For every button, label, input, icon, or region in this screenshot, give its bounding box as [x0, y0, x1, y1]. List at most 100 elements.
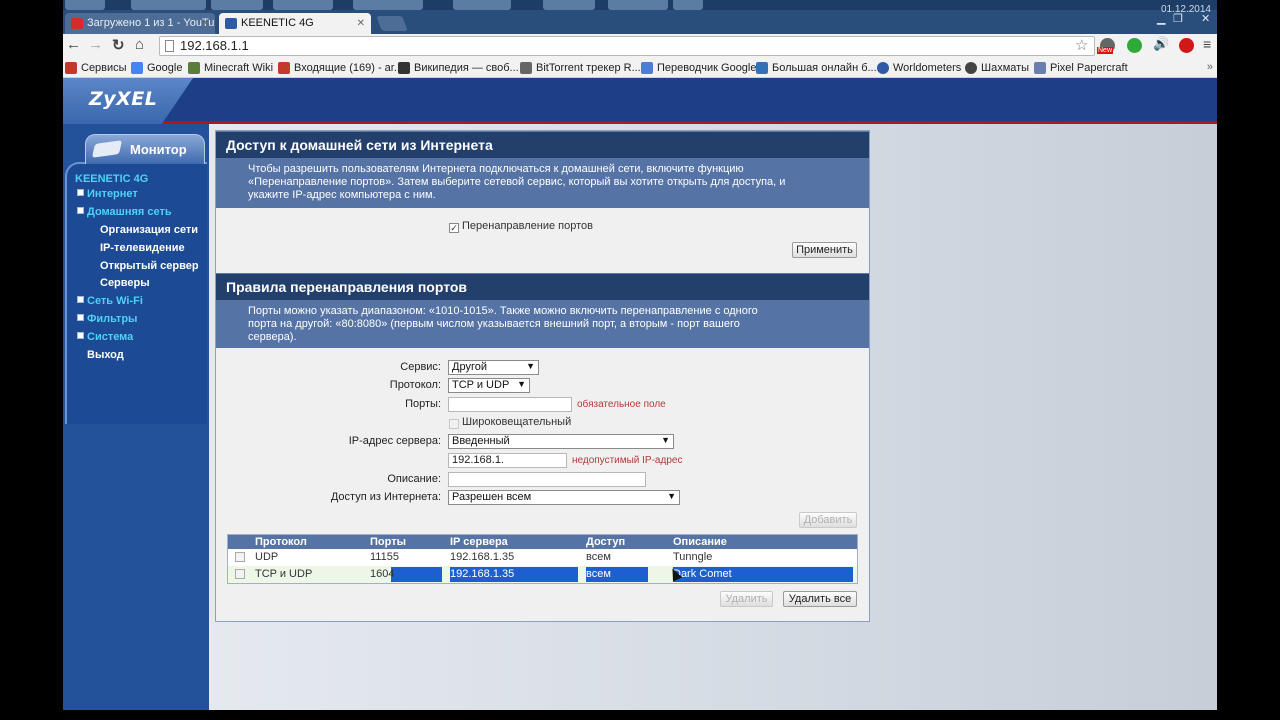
bookmark-star-icon[interactable]: ☆ [1075, 36, 1088, 54]
menu-label: Выход [87, 349, 124, 361]
reload-icon[interactable]: ↻ [112, 36, 125, 54]
bookmark-pixel-papercraft[interactable]: Pixel Papercraft [1034, 61, 1128, 75]
cell-protocol: TCP и UDP [255, 568, 313, 580]
sidebar-item-iptv[interactable]: IP-телевидение [100, 242, 185, 254]
column-header-server-ip: IP сервера [450, 536, 508, 548]
bookmark-wikipedia[interactable]: Википедия — своб... [398, 61, 519, 75]
dropdown-arrow-icon: ▼ [517, 379, 526, 389]
port-forwarding-checkbox[interactable]: ✓ [449, 223, 459, 233]
taskbar-app-button[interactable] [608, 0, 668, 10]
more-bookmarks-icon[interactable]: » [1207, 61, 1213, 73]
extension-green-icon[interactable] [1127, 38, 1142, 53]
service-label: Сервис: [400, 361, 441, 373]
menu-icon[interactable]: ≡ [1203, 36, 1211, 52]
bookmark-label: BitTorrent трекер R... [536, 62, 641, 74]
speaker-icon[interactable]: 🔊 [1153, 36, 1169, 52]
expand-plus-icon[interactable] [77, 296, 84, 303]
cell-access: всем [586, 568, 611, 580]
row-checkbox[interactable] [235, 569, 245, 579]
restore-icon[interactable]: ❐ [1173, 12, 1183, 25]
gmail-icon [278, 62, 290, 74]
menu-label: Система [87, 331, 134, 343]
minimize-icon[interactable]: ▁ [1157, 12, 1165, 25]
table-row[interactable]: UDP 11155 192.168.1.35 всем Tunngle [228, 549, 857, 566]
bookmark-worldometers[interactable]: Worldometers [877, 61, 961, 75]
globe-icon [877, 62, 889, 74]
sidebar-item-home-network[interactable]: Домашняя сеть [77, 206, 172, 218]
sidebar-item-system[interactable]: Система [77, 331, 133, 343]
tab-keenetic[interactable]: KEENETIC 4G ✕ [219, 13, 371, 34]
apply-button[interactable]: Применить [792, 242, 857, 258]
description-line: «Перенаправление портов». Затем выберите… [248, 176, 786, 188]
select-value: TCP и UDP [452, 379, 510, 391]
taskbar-app-button[interactable] [273, 0, 333, 10]
translate-icon [641, 62, 653, 74]
taskbar-app-button[interactable] [353, 0, 423, 10]
forward-arrow-icon[interactable]: → [88, 36, 103, 53]
cell-server-ip: 192.168.1.35 [450, 551, 515, 563]
sidebar-item-logout[interactable]: Выход [87, 349, 124, 361]
sidebar-item-network-org[interactable]: Организация сети [100, 224, 198, 236]
tab-youtube[interactable]: Загружено 1 из 1 - YouTu ✕ [65, 13, 215, 34]
bookmark-label: Википедия — своб... [414, 62, 519, 74]
bookmark-inbox[interactable]: Входящие (169) - ar... [278, 61, 403, 75]
server-ip-input[interactable]: 192.168.1. [448, 453, 567, 468]
monitor-tab[interactable]: Монитор [85, 134, 205, 164]
bookmark-chess[interactable]: Шахматы [965, 61, 1029, 75]
bookmark-encyclopedia[interactable]: Большая онлайн б... [756, 61, 877, 75]
expand-plus-icon[interactable] [77, 332, 84, 339]
bookmark-google[interactable]: Google [131, 61, 182, 75]
row-checkbox[interactable] [235, 552, 245, 562]
close-window-icon[interactable]: ✕ [1201, 12, 1210, 25]
protocol-select[interactable]: TCP и UDP ▼ [448, 378, 530, 393]
expand-plus-icon[interactable] [77, 314, 84, 321]
bookmark-label: Worldometers [893, 62, 962, 74]
adblock-icon[interactable] [1179, 38, 1194, 53]
taskbar-app-button[interactable] [131, 0, 206, 10]
router-page: ZyXEL Монитор KEENETIC 4G Интернет Домаш… [63, 78, 1217, 710]
back-arrow-icon[interactable]: ← [66, 36, 81, 53]
broadcast-checkbox[interactable] [449, 419, 459, 429]
taskbar-app-button[interactable] [453, 0, 511, 10]
service-select[interactable]: Другой ▼ [448, 360, 539, 375]
wikipedia-icon [398, 62, 410, 74]
menu-label: Домашняя сеть [87, 206, 172, 218]
taskbar-app-button[interactable] [673, 0, 703, 10]
collapse-minus-icon[interactable] [77, 207, 84, 214]
bookmark-translate[interactable]: Переводчик Google [641, 61, 757, 75]
taskbar-app-button[interactable] [543, 0, 595, 10]
sidebar-item-servers[interactable]: Серверы [100, 277, 150, 289]
bookmark-minecraft-wiki[interactable]: Minecraft Wiki [188, 61, 273, 75]
expand-plus-icon[interactable] [77, 189, 84, 196]
delete-all-button[interactable]: Удалить все [783, 591, 857, 607]
taskbar-app-button[interactable] [211, 0, 263, 10]
sidebar-item-open-server[interactable]: Открытый сервер [100, 260, 199, 272]
dropdown-arrow-icon: ▼ [661, 435, 670, 445]
apps-grid-icon [65, 62, 77, 74]
section-title-remote-access: Доступ к домашней сети из Интернета [216, 131, 869, 158]
new-tab-button[interactable] [376, 16, 408, 31]
menu-label: Организация сети [100, 224, 199, 236]
sidebar-item-internet[interactable]: Интернет [77, 188, 138, 200]
bookmark-bittorrent[interactable]: BitTorrent трекер R... [520, 61, 641, 75]
description-line: порта на другой: «80:8080» (первым число… [248, 318, 740, 330]
delete-button[interactable]: Удалить [720, 591, 773, 607]
ports-input[interactable] [448, 397, 572, 412]
close-icon[interactable]: ✕ [201, 13, 209, 34]
server-ip-mode-select[interactable]: Введенный ▼ [448, 434, 674, 449]
sidebar-item-wifi[interactable]: Сеть Wi-Fi [77, 295, 143, 307]
taskbar-app-button[interactable] [65, 0, 105, 10]
table-row[interactable]: TCP и UDP 1604 192.168.1.35 всем Dark Co… [228, 566, 857, 583]
bookmark-label: Google [147, 62, 183, 74]
sidebar-device-name[interactable]: KEENETIC 4G [75, 173, 148, 185]
description-input[interactable] [448, 472, 646, 487]
home-icon[interactable]: ⌂ [135, 36, 144, 53]
close-icon[interactable]: ✕ [357, 13, 365, 34]
internet-access-select[interactable]: Разрешен всем ▼ [448, 490, 680, 505]
sidebar-item-filters[interactable]: Фильтры [77, 313, 137, 325]
address-bar[interactable]: 192.168.1.1 [159, 36, 1095, 56]
add-button[interactable]: Добавить [799, 512, 857, 528]
cell-ports: 1604 [370, 568, 395, 580]
menu-label: Сеть Wi-Fi [87, 295, 143, 307]
bookmark-apps[interactable]: Сервисы [65, 61, 127, 75]
